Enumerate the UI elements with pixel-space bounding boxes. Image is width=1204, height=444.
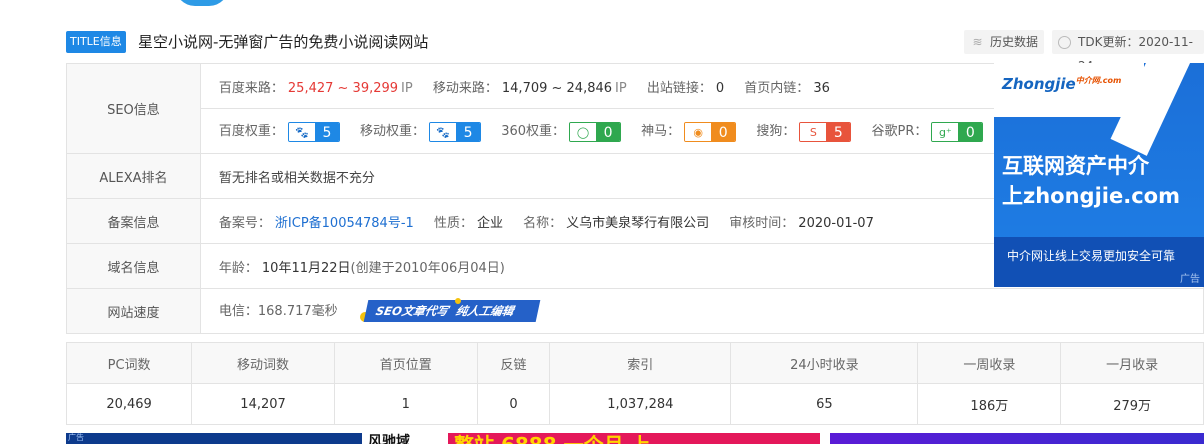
top-decoration [175,0,229,6]
outlinks-value[interactable]: 0 [716,81,724,96]
stats-header: 首页位置 [333,342,478,384]
homepage-position-value: 1 [333,383,478,425]
stats-header-row: PC词数 移动词数 首页位置 反链 索引 24小时收录 一周收录 一月收录 [65,342,1204,384]
page-title: 星空小说网-无弹窗广告的免费小说阅读网站 [138,33,429,51]
icp-audit-date: 2020-01-07 [798,215,874,231]
seo-writing-ad[interactable]: SEO文章代写 纯人工编辑 [359,298,541,323]
bottom-ad-2[interactable]: 风驰域 [366,433,444,444]
ad-label: 广告 [1180,274,1200,285]
bottom-ads: 广告 风驰域 整站 6888 一个月 上 [66,433,1204,444]
google-pr-badge[interactable]: g⁺ 0 [931,121,984,142]
icp-number-link[interactable]: 浙ICP备10054784号-1 [275,216,414,231]
bottom-ad-1[interactable]: 广告 [66,433,362,444]
mobile-weight-badge[interactable]: 🐾 5 [429,121,482,142]
indexed-month-value: 279万 [1060,383,1204,425]
sogou-weight-badge[interactable]: S5 [799,121,852,142]
stats-header: 24小时收录 [730,342,919,384]
homepage-links-value[interactable]: 36 [813,81,830,96]
domain-created: (创建于2010年06月04日) [350,260,505,276]
history-data-button[interactable]: ≋ 历史数据 [964,30,1044,54]
icp-name: 义乌市美泉琴行有限公司 [566,215,710,231]
baidu-weight-badge[interactable]: 🐾 5 [287,121,340,142]
shenma-icon: ◉ [685,122,712,141]
stats-header: 一月收录 [1060,342,1204,384]
baidu-traffic-value: 25,427 ~ 39,299 [287,80,399,96]
stats-header: 移动词数 [191,342,335,384]
google-icon: g⁺ [932,122,959,141]
ad-subtitle: 中介网让线上交易更加安全可靠 [1007,249,1176,263]
domain-label: 域名信息 [66,243,201,289]
layers-icon: ≋ [972,35,983,49]
paw-icon: 🐾 [288,122,315,141]
pc-words-value[interactable]: 20,469 [65,383,193,425]
domain-age: 10年11月22日 [261,260,351,276]
mobile-words-value[interactable]: 14,207 [191,383,335,425]
mobile-traffic-value: 14,709 ~ 24,846 [501,80,613,96]
stats-header: 一周收录 [917,342,1062,384]
alexa-label: ALEXA排名 [66,153,201,199]
indexed-week-value: 186万 [917,383,1062,425]
sogou-icon: S [800,122,827,141]
speed-label: 网站速度 [66,288,201,334]
refresh-icon [1058,36,1071,49]
bottom-ad-3[interactable]: 整站 6888 一个月 上 [448,433,820,444]
zhongjie-ad[interactable]: Zhongjie中介网.com 互联网资产中介 上zhongjie.com 中介… [994,63,1204,287]
shenma-weight-badge[interactable]: ◉ 0 [684,121,737,142]
tdk-update-button[interactable]: TDK更新：2020-11-24 [1052,30,1204,73]
icp-label: 备案信息 [66,198,201,244]
speed-value: 电信：168.717毫秒 [218,303,338,319]
title-tag: TITLE信息 [66,31,126,53]
icp-nature: 企业 [476,215,503,231]
stats-table: PC词数 移动词数 首页位置 反链 索引 24小时收录 一周收录 一月收录 20… [65,342,1204,425]
360-icon: ◯ [570,122,597,141]
zhongjie-logo: Zhongjie中介网.com [1002,75,1122,93]
speed-row: 电信：168.717毫秒 SEO文章代写 纯人工编辑 [199,288,1204,334]
stats-value-row: 20,469 14,207 1 0 1,037,284 65 186万 279万 [65,383,1204,425]
backlinks-value[interactable]: 0 [476,383,551,425]
index-value[interactable]: 1,037,284 [549,383,732,425]
stats-header: PC词数 [65,342,193,384]
ad-title: 互联网资产中介 上zhongjie.com [1002,154,1180,208]
stats-header: 反链 [476,342,551,384]
indexed-24h-value: 65 [730,383,919,425]
title-row: TITLE信息 星空小说网-无弹窗广告的免费小说阅读网站 ≋ 历史数据 TDK更… [66,29,1204,73]
360-weight-badge[interactable]: ◯ 0 [569,121,622,142]
paw-icon: 🐾 [430,122,457,141]
seo-label: SEO信息 [66,63,201,154]
stats-header: 索引 [549,342,732,384]
bottom-ad-4[interactable] [830,433,1204,444]
